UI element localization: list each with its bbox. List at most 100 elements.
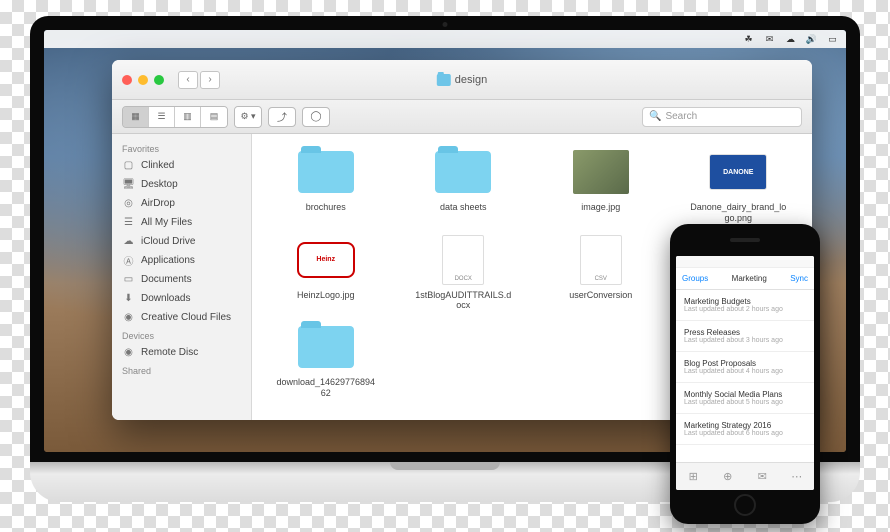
phone-nav-bar: Groups Marketing Sync [676,268,814,290]
list-item[interactable]: Marketing BudgetsLast updated about 2 ho… [676,290,814,321]
arrange-button[interactable]: ⚙ ▾ [235,107,261,127]
sidebar-item-remote-disc[interactable]: ◉ Remote Disc [112,343,251,362]
minimize-button[interactable] [138,75,148,85]
file-item[interactable]: 1stBlogAUDITTRAILS.docx [398,234,530,312]
list-view-button[interactable]: ☰ [149,107,175,127]
file-item[interactable]: Heinz HeinzLogo.jpg [260,234,392,312]
list-item-title: Monthly Social Media Plans [684,390,806,399]
volume-icon[interactable]: 🔊 [806,34,817,45]
sidebar-item-label: Creative Cloud Files [141,312,231,323]
file-item[interactable]: data sheets [398,146,530,224]
list-item-title: Marketing Budgets [684,297,806,306]
folder-icon [435,151,491,193]
file-label: brochures [306,202,346,213]
title-text: design [455,74,487,86]
maximize-button[interactable] [154,75,164,85]
file-label: download_1462977689462 [276,377,376,399]
icloud-icon: ☁ [122,235,135,248]
tab-4[interactable]: ⋯ [780,463,815,490]
list-item-subtitle: Last updated about 4 hours ago [684,368,806,375]
tab-2[interactable]: ⊕ [711,463,746,490]
document-icon [442,235,484,285]
cloud-icon[interactable]: ☁ [785,34,796,45]
sidebar-item-desktop[interactable]: 🖥 Desktop [112,175,251,194]
search-icon: 🔍 [649,111,661,122]
phone-tab-bar: ⊞ ⊕ ✉ ⋯ [676,462,814,490]
list-item[interactable]: Press ReleasesLast updated about 3 hours… [676,321,814,352]
macos-menubar: ☘ ✉ ☁ 🔊 ▭ [44,30,846,48]
phone-nav-back[interactable]: Groups [682,274,708,283]
forward-button[interactable]: › [200,71,220,89]
file-label: data sheets [440,202,487,213]
sidebar-item-creative-cloud-files[interactable]: ◉ Creative Cloud Files [112,308,251,327]
phone-list[interactable]: Marketing BudgetsLast updated about 2 ho… [676,290,814,462]
home-button[interactable] [734,494,756,516]
finder-titlebar[interactable]: ‹ › design [112,60,812,100]
back-button[interactable]: ‹ [178,71,198,89]
sidebar-item-label: Desktop [141,179,178,190]
list-item[interactable]: Monthly Social Media PlansLast updated a… [676,383,814,414]
apps-icon: Ⓐ [122,254,135,267]
creative-cloud-icon: ◉ [122,311,135,324]
sidebar-item-label: Clinked [141,160,174,171]
file-item[interactable]: image.jpg [535,146,667,224]
monitor-icon[interactable]: ▭ [827,34,838,45]
phone-nav-sync[interactable]: Sync [790,274,808,283]
sidebar-item-label: Remote Disc [141,347,198,358]
arrange-group: ⚙ ▾ [234,106,262,128]
sidebar-item-applications[interactable]: Ⓐ Applications [112,251,251,270]
phone-speaker [730,238,760,242]
sidebar-item-documents[interactable]: ▭Documents [112,270,251,289]
documents-icon: ▭ [122,273,135,286]
column-view-button[interactable]: ▥ [175,107,201,127]
list-item-title: Blog Post Proposals [684,359,806,368]
phone-status-bar [676,256,814,268]
file-label: image.jpg [581,202,620,213]
icon-view-button[interactable]: ▦ [123,107,149,127]
file-label: userConversion [569,290,632,301]
phone-screen: Groups Marketing Sync Marketing BudgetsL… [676,256,814,490]
coverflow-view-button[interactable]: ▤ [201,107,227,127]
file-label: Danone_dairy_brand_logo.png [688,202,788,224]
downloads-icon: ⬇ [122,292,135,305]
sidebar-item-clinked[interactable]: ▢ Clinked [112,156,251,175]
chat-icon[interactable]: ✉ [764,34,775,45]
search-field[interactable]: 🔍 Search [642,107,802,127]
list-item[interactable]: Blog Post ProposalsLast updated about 4 … [676,352,814,383]
list-item[interactable]: Marketing Strategy 2016Last updated abou… [676,414,814,445]
sidebar-item-label: Applications [141,255,195,266]
tab-3[interactable]: ✉ [745,463,780,490]
logo-thumbnail: Heinz [297,242,355,278]
tab-1[interactable]: ⊞ [676,463,711,490]
list-item-title: Press Releases [684,328,806,337]
file-label: HeinzLogo.jpg [297,290,355,301]
leaf-icon[interactable]: ☘ [743,34,754,45]
traffic-lights [122,75,164,85]
box-icon: ▢ [122,159,135,172]
file-item[interactable]: userConversion [535,234,667,312]
close-button[interactable] [122,75,132,85]
tags-button[interactable]: ◯ [302,107,330,127]
action-button[interactable]: ⤴ [268,107,296,127]
file-item[interactable]: DANONEDanone_dairy_brand_logo.png [673,146,805,224]
sidebar-item-downloads[interactable]: ⬇Downloads [112,289,251,308]
sidebar-item-all-my-files[interactable]: ☰All My Files [112,213,251,232]
sidebar-item-icloud-drive[interactable]: ☁ iCloud Drive [112,232,251,251]
list-item-subtitle: Last updated about 6 hours ago [684,430,806,437]
sidebar-header: Shared [112,362,251,378]
list-item-title: Marketing Strategy 2016 [684,421,806,430]
window-title: design [437,74,487,86]
sidebar-item-airdrop[interactable]: ◎AirDrop [112,194,251,213]
sidebar-header: Devices [112,327,251,343]
phone-nav-title: Marketing [732,274,767,283]
document-icon [580,235,622,285]
sidebar-item-label: All My Files [141,217,192,228]
disc-icon: ◉ [122,346,135,359]
camera-dot [443,22,448,27]
finder-sidebar: Favorites▢Clinked🖥Desktop◎AirDrop☰All My… [112,134,252,420]
sidebar-item-label: iCloud Drive [141,236,195,247]
folder-icon [298,151,354,193]
desktop-icon: 🖥 [122,178,135,191]
file-item[interactable]: download_1462977689462 [260,321,392,399]
file-item[interactable]: brochures [260,146,392,224]
